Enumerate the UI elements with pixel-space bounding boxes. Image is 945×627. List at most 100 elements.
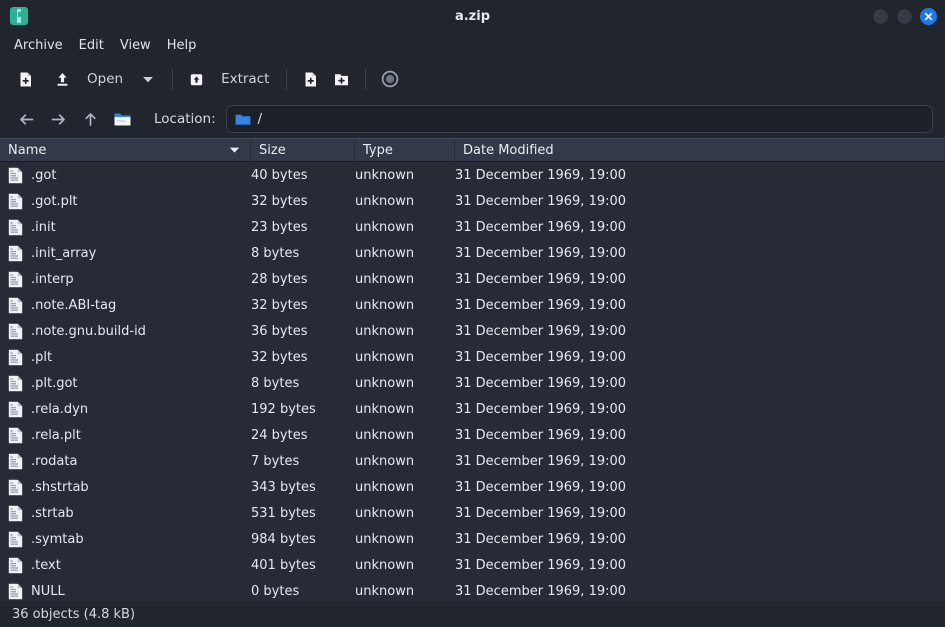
toolbar-separator-1 [172, 68, 174, 90]
file-document-icon [8, 583, 23, 599]
column-header-date-modified[interactable]: Date Modified [455, 139, 945, 161]
back-button[interactable] [10, 105, 42, 133]
table-row[interactable]: .strtab 531 bytes unknown 31 December 1969,… [0, 500, 945, 526]
table-row[interactable]: .got.plt 32 bytes unknown 31 December 1969,… [0, 188, 945, 214]
folder-icon [235, 114, 251, 125]
cell-date-modified: 31 December 1969, 19:00 [455, 219, 627, 235]
add-folder-icon [335, 73, 349, 85]
maximize-button[interactable] [896, 7, 913, 25]
cell-date-modified: 31 December 1969, 19:00 [455, 479, 627, 495]
table-row[interactable]: .rodata 7 bytes unknown 31 December 1969, 1… [0, 448, 945, 474]
add-files-button[interactable] [295, 64, 326, 94]
extract-icon [190, 73, 203, 85]
column-header-type[interactable]: Type [355, 139, 455, 161]
file-document-icon [8, 323, 23, 339]
close-icon [924, 12, 933, 20]
home-button[interactable] [106, 105, 138, 133]
properties-button[interactable] [374, 64, 406, 94]
open-button[interactable]: Open [78, 64, 132, 94]
add-folder-button[interactable] [326, 64, 357, 94]
cell-date-modified: 31 December 1969, 19:00 [455, 271, 627, 287]
open-icon-button[interactable] [47, 64, 78, 94]
cell-name: NULL [0, 583, 251, 600]
file-document-icon [8, 531, 23, 548]
cell-size: 343 bytes [251, 479, 316, 495]
cell-size: 32 bytes [251, 349, 308, 365]
file-name-text: .plt.got [31, 375, 78, 391]
add-file-icon [305, 72, 317, 86]
cell-type: unknown [355, 297, 415, 313]
titlebar: a.zip [0, 0, 945, 32]
file-document-icon [8, 453, 23, 470]
cell-name: .interp [0, 271, 251, 288]
cell-size: 23 bytes [251, 219, 308, 235]
table-row[interactable]: .symtab 984 bytes unknown 31 December 1969,… [0, 526, 945, 552]
minimize-button[interactable] [872, 7, 889, 25]
location-input[interactable]: / [225, 105, 933, 133]
forward-arrow-icon [51, 113, 65, 125]
table-row[interactable]: .interp 28 bytes unknown 31 December 1969, … [0, 266, 945, 292]
file-document-icon [8, 531, 23, 547]
table-row[interactable]: .got 40 bytes unknown 31 December 1969, 19:… [0, 162, 945, 188]
table-row[interactable]: .init 23 bytes unknown 31 December 1969, 19… [0, 214, 945, 240]
cell-date-modified: 31 December 1969, 19:00 [455, 557, 627, 573]
cell-size: 531 bytes [251, 505, 316, 521]
file-document-icon [8, 505, 23, 521]
menu-view[interactable]: View [112, 35, 159, 56]
new-archive-button[interactable] [10, 64, 41, 94]
table-row[interactable]: .note.gnu.build-id 36 bytes unknown 31 Dece… [0, 318, 945, 344]
table-row[interactable]: .rela.plt 24 bytes unknown 31 December 1969… [0, 422, 945, 448]
menu-edit[interactable]: Edit [71, 35, 112, 56]
cell-date-modified: 31 December 1969, 19:00 [455, 531, 627, 547]
file-document-icon [8, 427, 23, 444]
extract-button-label: Extract [221, 71, 270, 87]
cell-size: 192 bytes [251, 401, 316, 417]
file-document-icon [8, 479, 23, 496]
file-document-icon [8, 219, 23, 236]
open-dropdown-button[interactable] [132, 64, 164, 94]
table-row[interactable]: .note.ABI-tag 32 bytes unknown 31 December … [0, 292, 945, 318]
up-button[interactable] [74, 105, 106, 133]
cell-type: unknown [355, 401, 415, 417]
file-document-icon [8, 167, 23, 184]
table-row[interactable]: .rela.dyn 192 bytes unknown 31 December 196… [0, 396, 945, 422]
location-label: Location: [154, 111, 216, 127]
cell-type: unknown [355, 583, 415, 599]
file-document-icon [8, 401, 23, 417]
archive-zip-icon [10, 7, 28, 25]
extract-icon-button[interactable] [181, 64, 212, 94]
toolbar-separator-2 [286, 68, 288, 90]
up-arrow-icon [84, 112, 96, 126]
menu-archive[interactable]: Archive [6, 35, 71, 56]
cell-name: .text [0, 557, 251, 574]
menubar: Archive Edit View Help [0, 32, 945, 58]
open-button-label: Open [87, 71, 124, 87]
cell-name: .init [0, 219, 251, 236]
column-header-name-label: Name [8, 142, 47, 158]
menu-help[interactable]: Help [159, 35, 205, 56]
table-row[interactable]: .shstrtab 343 bytes unknown 31 December 196… [0, 474, 945, 500]
cell-name: .init_array [0, 245, 251, 262]
forward-button[interactable] [42, 105, 74, 133]
file-document-icon [8, 245, 23, 262]
table-row[interactable]: .text 401 bytes unknown 31 December 1969, 1… [0, 552, 945, 578]
back-arrow-icon [19, 113, 33, 125]
close-button[interactable] [920, 7, 937, 25]
table-row[interactable]: .plt 32 bytes unknown 31 December 1969, 19:… [0, 344, 945, 370]
table-row[interactable]: NULL 0 bytes unknown 31 December 1969, 19:0… [0, 578, 945, 601]
column-header-name[interactable]: Name [0, 139, 251, 161]
cell-name: .rodata [0, 453, 251, 470]
cell-date-modified: 31 December 1969, 19:00 [455, 453, 627, 469]
cell-type: unknown [355, 193, 415, 209]
column-header-size[interactable]: Size [251, 139, 355, 161]
file-name-text: .rela.plt [31, 427, 81, 443]
table-row[interactable]: .plt.got 8 bytes unknown 31 December 1969, … [0, 370, 945, 396]
cell-name: .strtab [0, 505, 251, 522]
cell-name: .plt.got [0, 375, 251, 392]
file-list[interactable]: .got 40 bytes unknown 31 December 1969, 19:… [0, 162, 945, 601]
archive-manager-window: a.zip Archive Edit View Help Open Extrac… [0, 0, 945, 627]
table-row[interactable]: .init_array 8 bytes unknown 31 December 196… [0, 240, 945, 266]
window-title: a.zip [454, 8, 491, 24]
extract-button[interactable]: Extract [212, 64, 278, 94]
cell-name: .note.ABI-tag [0, 297, 251, 314]
